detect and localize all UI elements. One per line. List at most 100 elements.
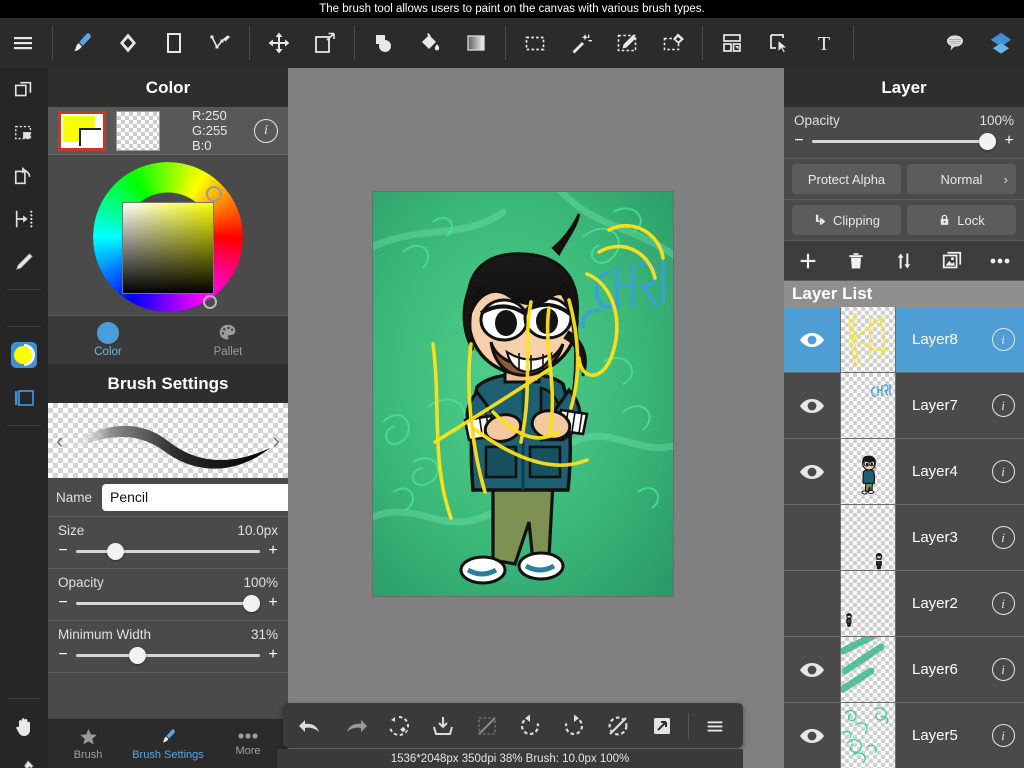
layer-visibility-toggle[interactable] bbox=[784, 571, 840, 636]
eyedropper-icon[interactable] bbox=[0, 748, 48, 768]
prev-brush-button[interactable]: ‹ bbox=[48, 428, 71, 454]
clear-selection-button[interactable] bbox=[596, 707, 640, 745]
layer-visibility-toggle[interactable] bbox=[784, 307, 840, 372]
layer-row[interactable]: Layer2 i bbox=[784, 571, 1024, 637]
clipping-button[interactable]: Clipping bbox=[792, 205, 901, 235]
brush-size-decrease[interactable]: − bbox=[58, 542, 68, 560]
shape-merge-icon[interactable] bbox=[361, 20, 407, 66]
bottom-tab-brush-settings[interactable]: Brush Settings bbox=[128, 719, 208, 768]
ruler-icon[interactable] bbox=[0, 197, 48, 240]
rotate-left-button[interactable] bbox=[509, 707, 553, 745]
transform-tool-icon[interactable] bbox=[302, 20, 348, 66]
layer-info-button[interactable]: i bbox=[982, 703, 1024, 768]
window-icon[interactable] bbox=[0, 376, 48, 419]
color-info-icon[interactable]: i bbox=[254, 118, 278, 143]
move-tool-icon[interactable] bbox=[256, 20, 302, 66]
layer-visibility-toggle[interactable] bbox=[784, 637, 840, 702]
brush-opacity-decrease[interactable]: − bbox=[58, 594, 68, 612]
menu-button[interactable] bbox=[693, 707, 737, 745]
artwork bbox=[373, 192, 673, 596]
hue-handle-top[interactable] bbox=[206, 186, 222, 202]
add-layer-button[interactable] bbox=[784, 241, 832, 281]
layer-opacity-decrease[interactable]: − bbox=[794, 132, 804, 150]
select-pen-icon[interactable] bbox=[604, 20, 650, 66]
brush-preview[interactable]: ‹ › bbox=[48, 403, 288, 478]
layer-row[interactable]: Layer5 i bbox=[784, 703, 1024, 768]
redo-button[interactable] bbox=[333, 707, 377, 745]
layer-row[interactable]: Layer8 i bbox=[784, 307, 1024, 373]
speech-balloon-icon[interactable] bbox=[932, 20, 978, 66]
tab-pallet[interactable]: Pallet bbox=[168, 316, 288, 364]
secondary-color-swatch[interactable] bbox=[116, 110, 160, 151]
text-tool-icon[interactable]: T bbox=[801, 20, 847, 66]
hamburger-menu-icon[interactable] bbox=[0, 20, 46, 66]
eraser-tool-icon[interactable] bbox=[105, 20, 151, 66]
layer-row[interactable]: Layer6 i bbox=[784, 637, 1024, 703]
layer-visibility-toggle[interactable] bbox=[784, 703, 840, 768]
hand-pan-icon[interactable] bbox=[0, 705, 48, 748]
frame-divide-icon[interactable] bbox=[709, 20, 755, 66]
select-eraser-icon[interactable] bbox=[650, 20, 696, 66]
color-swatch-icon[interactable] bbox=[0, 333, 48, 376]
delete-layer-button[interactable] bbox=[832, 241, 880, 281]
magic-wand-icon[interactable] bbox=[558, 20, 604, 66]
tab-color[interactable]: Color bbox=[48, 316, 168, 364]
blend-mode-button[interactable]: Normal › bbox=[907, 164, 1016, 194]
primary-color-swatch[interactable] bbox=[58, 110, 106, 151]
hue-handle[interactable] bbox=[203, 295, 217, 309]
frame-select-icon[interactable] bbox=[755, 20, 801, 66]
rotate-right-button[interactable] bbox=[552, 707, 596, 745]
brush-opacity-increase[interactable]: + bbox=[268, 594, 278, 612]
rectangle-tool-icon[interactable] bbox=[151, 20, 197, 66]
duplicate-layer-button[interactable] bbox=[928, 241, 976, 281]
brush-minwidth-slider[interactable] bbox=[76, 647, 260, 664]
layer-info-button[interactable]: i bbox=[982, 637, 1024, 702]
lock-button[interactable]: Lock bbox=[907, 205, 1016, 235]
brush-tool-icon[interactable] bbox=[59, 20, 105, 66]
layer-visibility-toggle[interactable] bbox=[784, 373, 840, 438]
layer-info-button[interactable]: i bbox=[982, 439, 1024, 504]
layer-row[interactable]: Layer4 i bbox=[784, 439, 1024, 505]
reorder-layer-button[interactable] bbox=[880, 241, 928, 281]
layers-icon[interactable] bbox=[978, 20, 1024, 66]
layer-info-button[interactable]: i bbox=[982, 373, 1024, 438]
pen-icon[interactable] bbox=[0, 240, 48, 283]
brush-minwidth-decrease[interactable]: − bbox=[58, 646, 68, 664]
bucket-fill-icon[interactable] bbox=[407, 20, 453, 66]
layer-row[interactable]: Layer7 i bbox=[784, 373, 1024, 439]
layer-opacity-block: Opacity 100% − + bbox=[784, 107, 1024, 159]
save-button[interactable] bbox=[421, 707, 465, 745]
canvas-workspace[interactable] bbox=[288, 68, 784, 768]
rotate-canvas-icon[interactable] bbox=[0, 154, 48, 197]
duplicate-icon[interactable] bbox=[0, 68, 48, 111]
artwork-canvas[interactable] bbox=[373, 192, 673, 596]
undo-button[interactable] bbox=[289, 707, 333, 745]
flip-button[interactable] bbox=[640, 707, 684, 745]
layer-visibility-toggle[interactable] bbox=[784, 439, 840, 504]
brush-opacity-slider[interactable] bbox=[76, 595, 260, 612]
layer-info-button[interactable]: i bbox=[982, 571, 1024, 636]
select-transform-icon[interactable] bbox=[0, 111, 48, 154]
next-brush-button[interactable]: › bbox=[265, 428, 288, 454]
bottom-tab-more[interactable]: More bbox=[208, 719, 288, 768]
gradient-tool-icon[interactable] bbox=[453, 20, 499, 66]
layer-row[interactable]: Layer3 i bbox=[784, 505, 1024, 571]
eraser-rotate-button[interactable] bbox=[377, 707, 421, 745]
color-wheel-area[interactable] bbox=[48, 155, 288, 315]
protect-alpha-button[interactable]: Protect Alpha bbox=[792, 164, 901, 194]
layer-opacity-increase[interactable]: + bbox=[1004, 132, 1014, 150]
select-rect-icon[interactable] bbox=[512, 20, 558, 66]
brush-name-input[interactable] bbox=[102, 483, 288, 511]
brush-size-slider[interactable] bbox=[76, 543, 260, 560]
layer-visibility-toggle[interactable] bbox=[784, 505, 840, 570]
more-layer-options-button[interactable] bbox=[976, 241, 1024, 281]
brush-size-increase[interactable]: + bbox=[268, 542, 278, 560]
selection-invert-button[interactable] bbox=[465, 707, 509, 745]
layer-info-button[interactable]: i bbox=[982, 505, 1024, 570]
layer-info-button[interactable]: i bbox=[982, 307, 1024, 372]
brush-minwidth-increase[interactable]: + bbox=[268, 646, 278, 664]
saturation-value-square[interactable] bbox=[122, 202, 214, 294]
layer-opacity-slider[interactable] bbox=[812, 133, 996, 150]
polyline-tool-icon[interactable] bbox=[197, 20, 243, 66]
bottom-tab-brush[interactable]: Brush bbox=[48, 719, 128, 768]
